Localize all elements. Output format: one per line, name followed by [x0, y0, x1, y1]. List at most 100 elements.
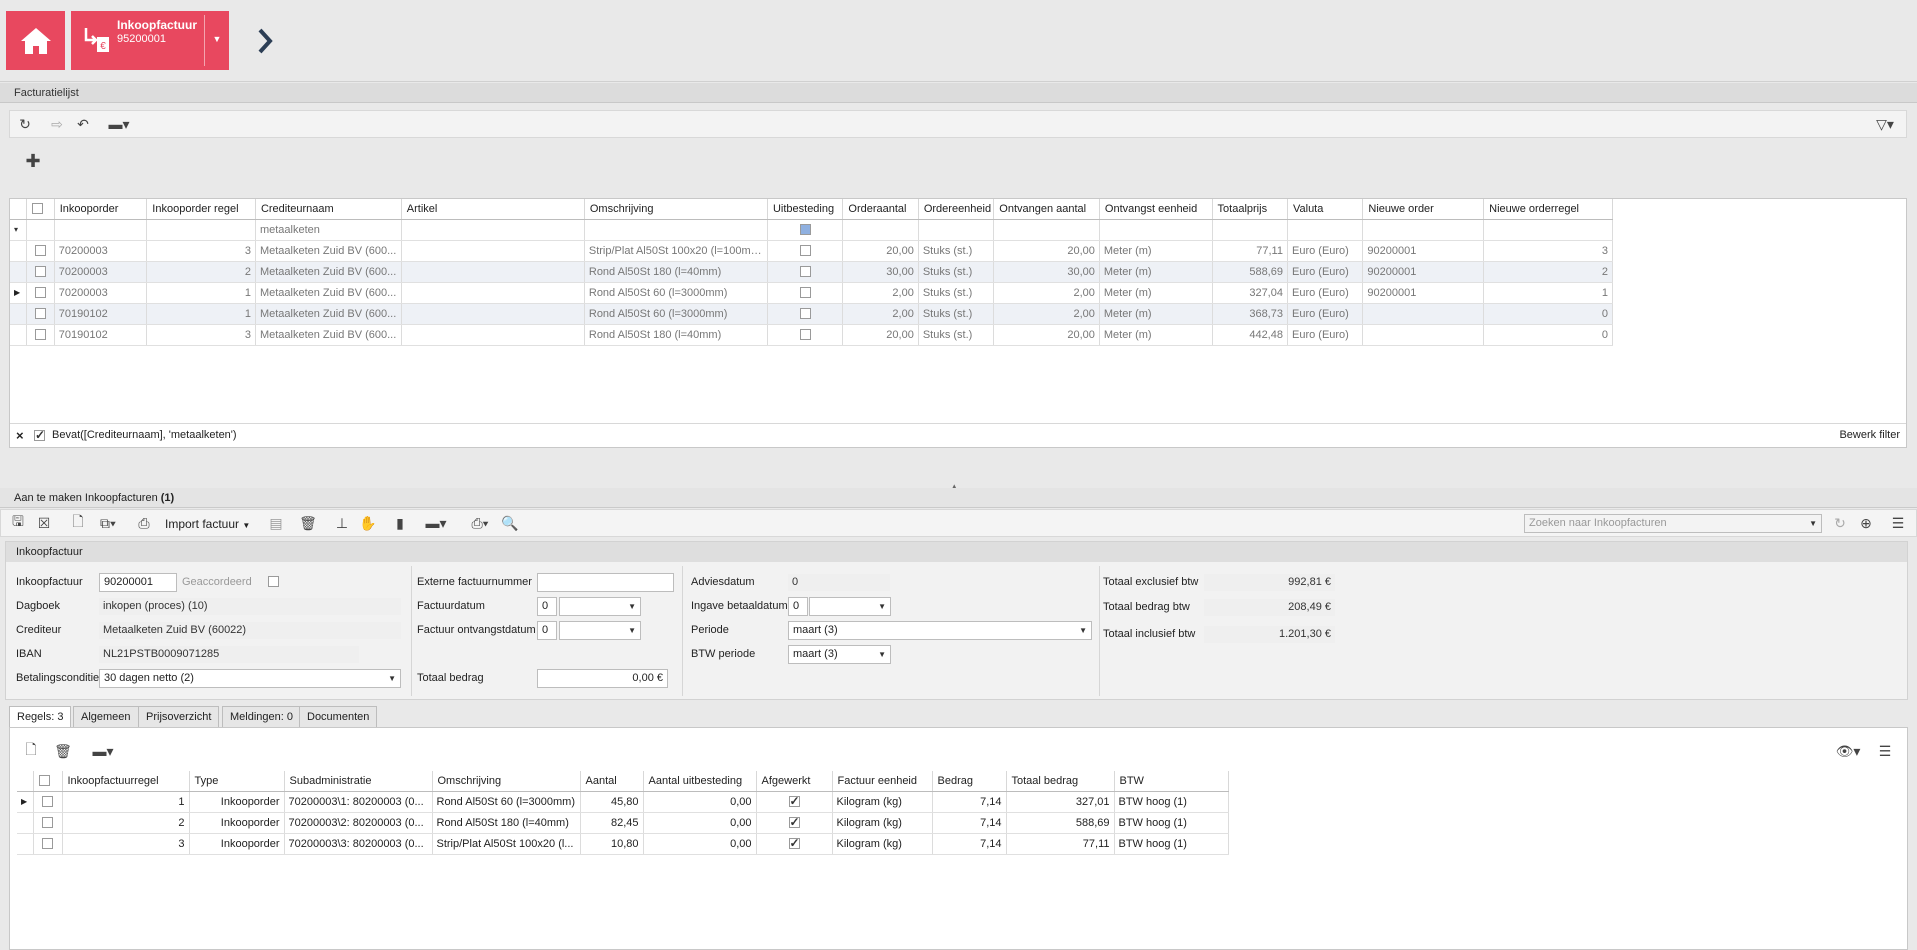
- tab-regels[interactable]: Regels: 3: [9, 706, 72, 728]
- tab-algemeen[interactable]: Algemeen: [73, 706, 139, 728]
- discard-icon[interactable]: ☒: [33, 512, 55, 534]
- new-document-icon[interactable]: 🗋: [67, 512, 89, 534]
- table-row[interactable]: 3 Inkooporder 70200003\3: 80200003 (0... St…: [17, 833, 1229, 855]
- menu-icon[interactable]: ☰: [1887, 512, 1909, 534]
- inkoopfactuur-input[interactable]: 90200001: [99, 573, 177, 592]
- uitbesteding-checkbox[interactable]: [767, 261, 844, 283]
- more-actions-icon[interactable]: ▬▾: [421, 512, 451, 534]
- col-header[interactable]: Ordereenheid: [918, 199, 995, 220]
- filter-cell[interactable]: [26, 219, 55, 241]
- select-all-checkbox[interactable]: [33, 771, 63, 792]
- filter-cell[interactable]: [401, 219, 585, 241]
- uitbesteding-checkbox[interactable]: [767, 303, 844, 325]
- filter-cell[interactable]: [1362, 219, 1485, 241]
- filter-cell[interactable]: [1212, 219, 1288, 241]
- ontvangstdatum-select[interactable]: ▼: [559, 621, 641, 640]
- afgewerkt-checkbox[interactable]: [756, 812, 833, 834]
- refresh-icon[interactable]: ↻: [14, 113, 36, 135]
- table-row[interactable]: 70190102 3 Metaalketen Zuid BV (600... Rond…: [10, 324, 1613, 346]
- row-checkbox[interactable]: [33, 791, 63, 813]
- export-icon[interactable]: ⇨: [46, 113, 68, 135]
- uitbesteding-checkbox[interactable]: [767, 240, 844, 262]
- col-header[interactable]: Artikel: [401, 199, 585, 220]
- filter-enabled-checkbox[interactable]: [34, 430, 45, 441]
- trash-icon[interactable]: 🗑: [52, 740, 74, 762]
- document-tile[interactable]: € Inkoopfactuur 95200001 ▼: [71, 11, 229, 70]
- col-header[interactable]: Bedrag: [932, 771, 1007, 792]
- filter-cell[interactable]: [146, 219, 256, 241]
- col-header[interactable]: Factuur eenheid: [832, 771, 933, 792]
- print-icon[interactable]: ⎙: [133, 512, 155, 534]
- chevron-down-icon[interactable]: ▼: [207, 29, 227, 49]
- col-header[interactable]: Crediteurnaam: [255, 199, 402, 220]
- stack-icon[interactable]: ▤: [265, 512, 287, 534]
- col-header[interactable]: Ontvangst eenheid: [1099, 199, 1213, 220]
- table-row[interactable]: 70200003 3 Metaalketen Zuid BV (600... Stri…: [10, 240, 1613, 262]
- afgewerkt-checkbox[interactable]: [756, 791, 833, 813]
- col-header[interactable]: Type: [189, 771, 285, 792]
- more-actions-icon[interactable]: ▬▾: [88, 740, 118, 762]
- row-checkbox[interactable]: [26, 240, 55, 262]
- col-header[interactable]: Uitbesteding: [767, 199, 844, 220]
- col-header[interactable]: Ontvangen aantal: [993, 199, 1100, 220]
- table-row[interactable]: ▶ 1 Inkooporder 70200003\1: 80200003 (0... R…: [17, 791, 1229, 813]
- row-checkbox[interactable]: [26, 303, 55, 325]
- add-icon[interactable]: ✚: [22, 150, 44, 172]
- col-header[interactable]: Inkooporder: [54, 199, 148, 220]
- refresh-icon[interactable]: ↻: [1829, 512, 1851, 534]
- externe-factuurnummer-input[interactable]: [537, 573, 674, 592]
- col-header[interactable]: Omschrijving: [432, 771, 581, 792]
- table-row[interactable]: 70190102 1 Metaalketen Zuid BV (600... Rond…: [10, 303, 1613, 325]
- tab-meldingen[interactable]: Meldingen: 0: [222, 706, 301, 728]
- filter-icon[interactable]: ▽▾: [1870, 113, 1900, 135]
- stamp-icon[interactable]: ⊥: [331, 512, 353, 534]
- edit-filter-link[interactable]: Bewerk filter: [1839, 429, 1900, 441]
- table-row[interactable]: ▶ 70200003 1 Metaalketen Zuid BV (600... Ron…: [10, 282, 1613, 304]
- col-header[interactable]: BTW: [1114, 771, 1229, 792]
- search-add-icon[interactable]: ⊕: [1855, 512, 1877, 534]
- col-header[interactable]: Inkooporder regel: [146, 199, 256, 220]
- factuurdatum-day[interactable]: 0: [537, 597, 557, 616]
- row-checkbox[interactable]: [26, 282, 55, 304]
- btw-periode-select[interactable]: maart (3) ▼: [788, 645, 891, 664]
- col-header[interactable]: Aantal uitbesteding: [643, 771, 757, 792]
- ingave-betaaldatum-day[interactable]: 0: [788, 597, 808, 616]
- row-checkbox[interactable]: [33, 833, 63, 855]
- filter-cell[interactable]: [1287, 219, 1364, 241]
- col-header[interactable]: Afgewerkt: [756, 771, 833, 792]
- afgewerkt-checkbox[interactable]: [756, 833, 833, 855]
- totaal-bedrag-input[interactable]: 0,00 €: [537, 669, 668, 688]
- close-icon[interactable]: ×: [16, 428, 24, 443]
- factuurdatum-select[interactable]: ▼: [559, 597, 641, 616]
- filter-crediteurnaam-input[interactable]: metaalketen: [255, 219, 402, 241]
- menu-icon[interactable]: ☰: [1874, 740, 1896, 762]
- filter-cell[interactable]: [54, 219, 148, 241]
- more-actions-icon[interactable]: ▬▾: [102, 113, 136, 135]
- col-header[interactable]: Omschrijving: [584, 199, 768, 220]
- approve-icon[interactable]: ✋: [357, 512, 379, 534]
- filter-cell[interactable]: [584, 219, 768, 241]
- col-header[interactable]: Valuta: [1287, 199, 1364, 220]
- select-all-checkbox[interactable]: [26, 199, 55, 220]
- table-row[interactable]: 70200003 2 Metaalketen Zuid BV (600... Rond…: [10, 261, 1613, 283]
- row-checkbox[interactable]: [33, 812, 63, 834]
- col-header[interactable]: Totaalprijs: [1212, 199, 1288, 220]
- tab-documenten[interactable]: Documenten: [299, 706, 378, 728]
- tab-prijsoverzicht[interactable]: Prijsoverzicht: [138, 706, 220, 728]
- preview-icon[interactable]: 🔍: [499, 512, 521, 534]
- col-header[interactable]: Totaal bedrag: [1006, 771, 1115, 792]
- row-checkbox[interactable]: [26, 324, 55, 346]
- filter-cell[interactable]: [1483, 219, 1613, 241]
- undo-icon[interactable]: ↶: [72, 113, 94, 135]
- view-options-icon[interactable]: 👁▾: [1833, 740, 1863, 762]
- filter-cell[interactable]: [1099, 219, 1213, 241]
- trash-icon[interactable]: 🗑: [297, 512, 319, 534]
- import-factuur-button[interactable]: Import factuur ▼: [165, 517, 250, 531]
- print-options-icon[interactable]: ⎙▾: [465, 512, 495, 534]
- row-checkbox[interactable]: [26, 261, 55, 283]
- copy-icon[interactable]: ⧉▾: [93, 512, 123, 534]
- chevron-right-icon[interactable]: [256, 26, 274, 56]
- save-icon[interactable]: 🖫: [7, 512, 29, 534]
- geaccordeerd-checkbox[interactable]: [268, 576, 279, 587]
- col-header[interactable]: Nieuwe order: [1362, 199, 1485, 220]
